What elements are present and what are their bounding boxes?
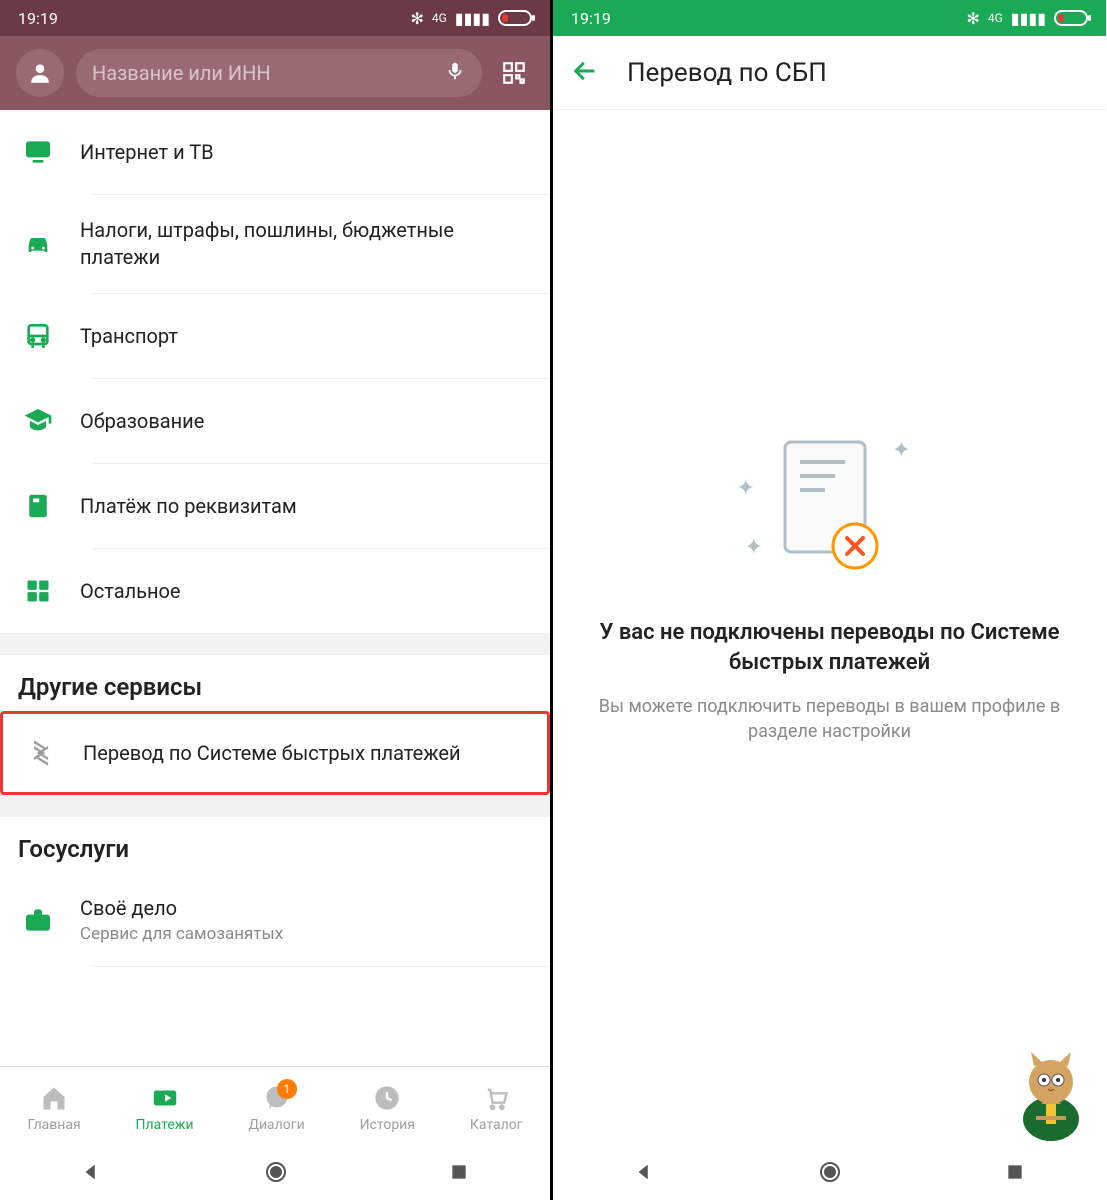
android-back[interactable] xyxy=(81,1161,103,1187)
network-icon: 4G xyxy=(432,11,447,25)
empty-subtitle: Вы можете подключить переводы в вашем пр… xyxy=(583,694,1076,744)
battery-icon xyxy=(1054,10,1088,26)
section-gosuslugi: Госуслуги xyxy=(0,817,550,873)
nav-history[interactable]: История xyxy=(360,1083,415,1133)
battery-icon xyxy=(498,10,532,26)
signal-icon: ▮▮▮▮ xyxy=(1011,9,1046,28)
own-business-item[interactable]: Своё дело Сервис для самозанятых xyxy=(0,873,550,966)
own-biz-sub: Сервис для самозанятых xyxy=(80,924,283,944)
nav-catalog[interactable]: Каталог xyxy=(470,1083,523,1133)
section-other-services: Другие сервисы xyxy=(0,655,550,711)
back-button[interactable] xyxy=(571,57,599,89)
document-error-icon: ✦ ✦ ✦ xyxy=(775,434,885,578)
search-input[interactable]: Название или ИНН xyxy=(76,49,482,97)
mic-icon[interactable] xyxy=(444,60,466,87)
nav-label: Диалоги xyxy=(248,1117,304,1133)
sbp-transfer-item[interactable]: Перевод по Системе быстрых платежей xyxy=(0,711,550,795)
page-title: Перевод по СБП xyxy=(627,58,827,88)
app-header: Название или ИНН xyxy=(0,36,550,110)
nav-payments[interactable]: Платежи xyxy=(136,1083,194,1133)
category-label: Платёж по реквизитам xyxy=(80,493,532,520)
nav-home[interactable]: Главная xyxy=(27,1083,80,1133)
category-label: Остальное xyxy=(80,578,532,605)
empty-state: ✦ ✦ ✦ У вас не подключены переводы по Си… xyxy=(553,110,1106,1148)
bluetooth-icon: ✻ xyxy=(966,9,979,28)
signal-icon: ▮▮▮▮ xyxy=(455,9,490,28)
category-taxes[interactable]: Налоги, штрафы, пошлины, бюджетные плате… xyxy=(0,195,550,293)
search-placeholder: Название или ИНН xyxy=(92,61,432,85)
android-recents[interactable] xyxy=(449,1162,469,1186)
nav-badge: 1 xyxy=(277,1079,297,1099)
sbp-label: Перевод по Системе быстрых платежей xyxy=(83,740,529,767)
android-nav xyxy=(553,1148,1106,1200)
category-label: Транспорт xyxy=(80,323,532,350)
nav-label: История xyxy=(360,1117,415,1133)
category-education[interactable]: Образование xyxy=(0,379,550,463)
category-transport[interactable]: Транспорт xyxy=(0,294,550,378)
category-label: Интернет и ТВ xyxy=(80,139,532,166)
qr-scan-button[interactable] xyxy=(494,53,534,93)
empty-title: У вас не подключены переводы по Системе … xyxy=(583,618,1076,677)
category-label: Образование xyxy=(80,408,532,435)
nav-label: Платежи xyxy=(136,1117,194,1133)
network-icon: 4G xyxy=(988,11,1003,25)
nav-label: Главная xyxy=(27,1117,80,1133)
own-biz-title: Своё дело xyxy=(80,895,283,922)
status-time: 19:19 xyxy=(18,9,58,28)
nav-label: Каталог xyxy=(470,1117,523,1133)
mascot-icon xyxy=(1006,1044,1096,1148)
android-nav xyxy=(0,1148,550,1200)
android-recents[interactable] xyxy=(1005,1162,1025,1186)
profile-button[interactable] xyxy=(16,49,64,97)
category-other[interactable]: Остальное xyxy=(0,549,550,633)
status-bar: 19:19 ✻ 4G ▮▮▮▮ xyxy=(0,0,550,36)
android-home[interactable] xyxy=(264,1160,288,1188)
status-time: 19:19 xyxy=(571,9,611,28)
page-header: Перевод по СБП xyxy=(553,36,1106,110)
category-internet-tv[interactable]: Интернет и ТВ xyxy=(0,110,550,194)
status-bar: 19:19 ✻ 4G ▮▮▮▮ xyxy=(553,0,1106,36)
android-back[interactable] xyxy=(634,1161,656,1187)
bottom-nav: Главная Платежи 1 Диалоги История Катало… xyxy=(0,1066,550,1148)
category-label: Налоги, штрафы, пошлины, бюджетные плате… xyxy=(80,217,532,271)
category-requisites[interactable]: Платёж по реквизитам xyxy=(0,464,550,548)
bluetooth-icon: ✻ xyxy=(410,9,423,28)
nav-dialogs[interactable]: 1 Диалоги xyxy=(248,1083,304,1133)
android-home[interactable] xyxy=(818,1160,842,1188)
